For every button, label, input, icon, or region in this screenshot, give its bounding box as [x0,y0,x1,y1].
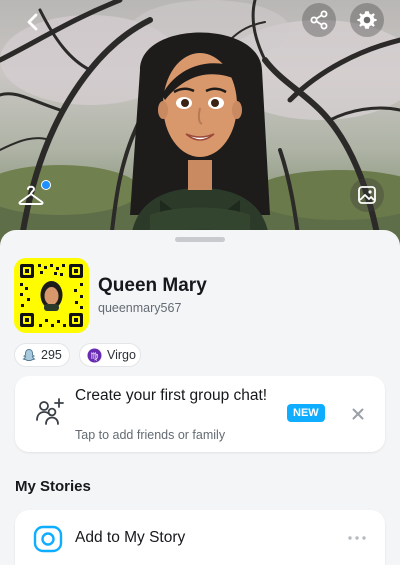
share-profile-button[interactable] [302,3,336,37]
drag-handle[interactable] [175,237,225,242]
add-friends-icon [36,398,64,425]
zodiac-pill[interactable]: ♍ Virgo [79,343,141,367]
story-more-button[interactable] [345,528,369,548]
snapscore-icon [22,348,36,362]
virgo-icon: ♍ [87,348,102,363]
snapscore-pill[interactable]: 295 [14,343,70,367]
bitmoji-background-scene [0,0,400,250]
add-to-story-label: Add to My Story [75,529,186,546]
username: queenmary567 [98,301,182,315]
new-badge: NEW [287,404,325,422]
dismiss-card-button[interactable] [348,404,368,424]
more-horizontal-icon [348,536,366,540]
gear-icon [357,11,377,29]
back-button[interactable] [16,5,50,39]
close-icon [352,408,364,420]
snapscore-value: 295 [41,348,62,362]
zodiac-label: Virgo [107,348,136,362]
profile-photo-button[interactable] [350,178,384,212]
snapcode-qr-icon [20,264,83,327]
camera-icon [33,525,63,553]
settings-button[interactable] [350,3,384,37]
share-icon [310,10,328,30]
group-card-subtitle: Tap to add friends or family [75,428,226,442]
chevron-left-icon [27,13,38,31]
my-stories-heading: My Stories [15,478,91,495]
profile-header [0,0,400,250]
display-name: Queen Mary [98,275,207,296]
svg-text:♍: ♍ [90,352,98,362]
create-group-card[interactable]: Create your first group chat! Tap to add… [15,376,385,452]
notification-dot [41,180,51,190]
photo-icon [358,186,376,204]
profile-sheet: Queen Mary queenmary567 295 ♍ Virgo Crea… [0,230,400,565]
snapcode[interactable] [14,258,89,333]
add-to-story-row[interactable]: Add to My Story [15,510,385,565]
group-card-title: Create your first group chat! [75,387,268,404]
